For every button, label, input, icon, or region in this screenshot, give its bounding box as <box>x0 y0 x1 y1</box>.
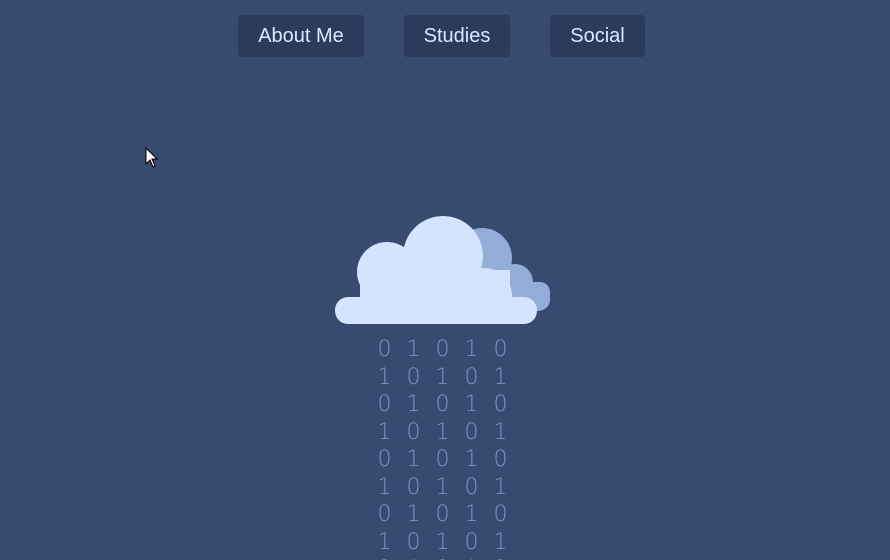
binary-digit: 0 <box>464 364 479 390</box>
binary-rain-row: 01010 <box>370 391 520 419</box>
binary-digit: 0 <box>493 392 508 418</box>
binary-digit: 0 <box>370 556 399 560</box>
binary-digit: 0 <box>406 529 421 555</box>
binary-digit: 0 <box>493 337 508 363</box>
binary-digit: 0 <box>406 419 421 445</box>
binary-digit: 0 <box>464 474 479 500</box>
binary-digit: 1 <box>406 502 421 528</box>
nav-button-studies[interactable]: Studies <box>404 15 510 57</box>
binary-rain: 0101010101010101010101010101010101010101… <box>370 336 520 560</box>
binary-digit: 0 <box>493 447 508 473</box>
binary-digit: 1 <box>493 364 508 390</box>
binary-digit: 0 <box>377 502 392 528</box>
binary-rain-row: 01010 <box>370 501 520 529</box>
binary-digit: 0 <box>377 337 392 363</box>
binary-digit: 0 <box>428 556 457 560</box>
binary-digit: 0 <box>435 337 450 363</box>
binary-digit: 0 <box>464 419 479 445</box>
binary-digit: 0 <box>486 556 515 560</box>
binary-rain-row: 10101 <box>370 529 520 557</box>
binary-digit: 0 <box>406 474 421 500</box>
mouse-pointer-icon <box>145 147 159 168</box>
binary-digit: 1 <box>435 419 450 445</box>
binary-digit: 0 <box>377 447 392 473</box>
binary-digit: 1 <box>457 556 486 560</box>
binary-digit: 1 <box>406 337 421 363</box>
binary-digit: 0 <box>464 529 479 555</box>
binary-digit: 1 <box>435 364 450 390</box>
binary-digit: 1 <box>464 337 479 363</box>
binary-digit: 1 <box>493 419 508 445</box>
binary-digit: 1 <box>464 392 479 418</box>
binary-digit: 1 <box>464 447 479 473</box>
binary-digit: 1 <box>377 474 392 500</box>
binary-rain-row: 01010 <box>370 336 520 364</box>
binary-digit: 1 <box>464 502 479 528</box>
binary-digit: 0 <box>406 364 421 390</box>
binary-digit: 0 <box>435 392 450 418</box>
binary-rain-row: 01010 <box>370 446 520 474</box>
binary-digit: 0 <box>493 502 508 528</box>
cloud-icon <box>335 216 550 324</box>
binary-digit: 1 <box>435 529 450 555</box>
binary-rain-row: 10101 <box>370 364 520 392</box>
binary-digit: 1 <box>399 556 428 560</box>
binary-digit: 1 <box>493 529 508 555</box>
binary-digit: 0 <box>435 502 450 528</box>
binary-digit: 1 <box>377 529 392 555</box>
cloud-front-icon <box>335 216 537 324</box>
binary-rain-row: 10101 <box>370 474 520 502</box>
binary-digit: 0 <box>377 392 392 418</box>
binary-digit: 1 <box>406 392 421 418</box>
binary-rain-row: 01010 <box>370 556 520 560</box>
binary-digit: 1 <box>406 447 421 473</box>
nav-button-social[interactable]: Social <box>550 15 645 57</box>
binary-digit: 1 <box>377 419 392 445</box>
binary-digit: 1 <box>493 474 508 500</box>
binary-digit: 0 <box>435 447 450 473</box>
page: About Me Studies Social 0101010101010101… <box>0 0 890 560</box>
binary-digit: 1 <box>377 364 392 390</box>
binary-digit: 1 <box>435 474 450 500</box>
binary-rain-row: 10101 <box>370 419 520 447</box>
nav-button-about-me[interactable]: About Me <box>238 15 364 57</box>
